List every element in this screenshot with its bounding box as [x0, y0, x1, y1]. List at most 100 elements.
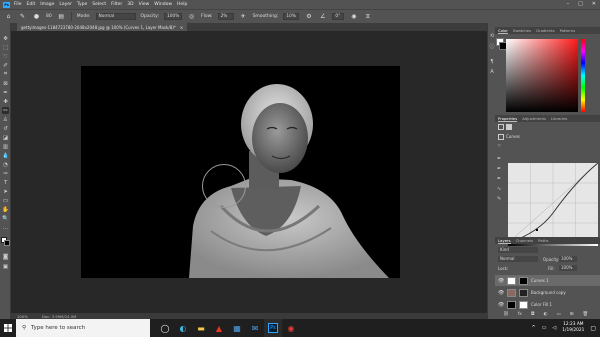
- photoshop-taskbar-icon[interactable]: Ps: [264, 319, 282, 337]
- black-point-eyedropper-icon[interactable]: ✒: [497, 156, 501, 162]
- gray-point-eyedropper-icon[interactable]: ✒: [497, 166, 501, 172]
- volume-icon[interactable]: ◁: [552, 325, 556, 331]
- background-color-swatch[interactable]: [4, 240, 10, 246]
- network-icon[interactable]: ▭: [542, 325, 547, 331]
- opacity-field[interactable]: 100%: [164, 13, 183, 20]
- layer-filter-select[interactable]: Kind: [498, 247, 538, 253]
- dodge-tool-icon[interactable]: ◔: [2, 161, 9, 168]
- screen-mode-icon[interactable]: ▣: [2, 263, 9, 270]
- clock[interactable]: 12:23 AM 1/19/2021: [562, 322, 584, 334]
- tab-layers[interactable]: Layers: [498, 238, 511, 244]
- blur-tool-icon[interactable]: 💧: [2, 152, 9, 159]
- path-select-tool-icon[interactable]: ➤: [2, 188, 9, 195]
- pencil-curve-icon[interactable]: ✎: [497, 196, 501, 202]
- link-layers-icon[interactable]: ⛓: [503, 312, 509, 317]
- menu-type[interactable]: Type: [77, 2, 87, 7]
- visibility-eye-icon[interactable]: 👁: [498, 290, 504, 296]
- menu-select[interactable]: Select: [92, 2, 106, 7]
- task-view-icon[interactable]: ◯: [156, 319, 174, 337]
- eyedropper-tool-icon[interactable]: ✒: [2, 89, 9, 96]
- gradient-tool-icon[interactable]: ▥: [2, 143, 9, 150]
- visibility-eye-icon[interactable]: 👁: [498, 302, 504, 308]
- quick-mask-icon[interactable]: ◙: [2, 253, 9, 260]
- color-picker-field[interactable]: [506, 39, 578, 112]
- on-image-adjust-icon[interactable]: ☜: [497, 143, 501, 149]
- marquee-tool-icon[interactable]: ⬚: [2, 44, 9, 51]
- history-brush-tool-icon[interactable]: ↺: [2, 125, 9, 132]
- tab-libraries[interactable]: Libraries: [551, 116, 567, 121]
- mode-select[interactable]: Normal: [95, 13, 136, 20]
- notifications-icon[interactable]: ▢: [590, 325, 596, 332]
- airbrush-icon[interactable]: ✈: [239, 12, 248, 21]
- visibility-eye-icon[interactable]: 👁: [498, 278, 504, 284]
- eraser-tool-icon[interactable]: ◪: [2, 134, 9, 141]
- frame-tool-icon[interactable]: ⊠: [2, 80, 9, 87]
- hue-slider[interactable]: [581, 39, 585, 112]
- delete-layer-icon[interactable]: 🗑: [583, 312, 589, 317]
- layer-row[interactable]: 👁 Curves 1: [495, 275, 600, 286]
- flow-field[interactable]: 2%: [217, 13, 234, 20]
- menu-window[interactable]: Window: [154, 2, 172, 7]
- type-tool-icon[interactable]: T: [2, 179, 9, 186]
- taskbar-search-box[interactable]: ⚲ Type here to search: [16, 319, 150, 337]
- crop-tool-icon[interactable]: ⌗: [2, 71, 9, 78]
- layer-name[interactable]: Curves 1: [531, 278, 549, 283]
- menu-edit[interactable]: Edit: [27, 2, 36, 7]
- healing-tool-icon[interactable]: ✚: [2, 98, 9, 105]
- pressure-size-icon[interactable]: ◉: [349, 12, 358, 21]
- brush-tip-icon[interactable]: ●: [32, 12, 41, 21]
- maximize-icon[interactable]: □: [578, 1, 583, 7]
- close-tab-icon[interactable]: ×: [180, 25, 183, 30]
- stamp-tool-icon[interactable]: ♙: [2, 116, 9, 123]
- pen-tool-icon[interactable]: ✑: [2, 170, 9, 177]
- tab-color[interactable]: Color: [498, 28, 508, 34]
- mask-thumbnail[interactable]: [519, 288, 528, 297]
- layer-mask-icon[interactable]: [506, 124, 512, 130]
- group-icon[interactable]: ▭: [556, 312, 560, 317]
- mask-thumbnail[interactable]: [519, 300, 528, 309]
- lasso-tool-icon[interactable]: ➰: [2, 53, 9, 60]
- menu-file[interactable]: File: [14, 2, 22, 7]
- zoom-level[interactable]: 100%: [17, 314, 28, 319]
- angle-icon[interactable]: ∠: [318, 12, 327, 21]
- minimize-icon[interactable]: –: [567, 1, 570, 7]
- menu-layer[interactable]: Layer: [59, 2, 72, 7]
- layer-name[interactable]: Color Fill 1: [531, 302, 552, 307]
- hand-tool-icon[interactable]: ✋: [2, 206, 9, 213]
- tab-gradients[interactable]: Gradients: [536, 28, 555, 33]
- tab-properties[interactable]: Properties: [498, 116, 518, 122]
- tab-channels[interactable]: Channels: [516, 238, 534, 243]
- symmetry-icon[interactable]: ⧖: [363, 12, 372, 21]
- file-explorer-icon[interactable]: ▬: [192, 319, 210, 337]
- store-icon[interactable]: ▦: [228, 319, 246, 337]
- angle-field[interactable]: 0°: [332, 13, 345, 20]
- brush-settings-icon[interactable]: ▤: [57, 12, 66, 21]
- add-mask-icon[interactable]: ◘: [531, 312, 535, 317]
- curve-points-icon[interactable]: ∿: [497, 186, 501, 192]
- smoothing-options-icon[interactable]: ⚙: [304, 12, 313, 21]
- acrobat-icon[interactable]: ▲: [210, 319, 228, 337]
- new-layer-icon[interactable]: ⊞: [570, 312, 574, 317]
- zoom-tool-icon[interactable]: 🔍: [2, 215, 9, 222]
- record-icon[interactable]: ◉: [282, 319, 300, 337]
- tab-adjustments[interactable]: Adjustments: [522, 116, 546, 121]
- layer-opacity-field[interactable]: 100%: [559, 256, 577, 262]
- menu-3d[interactable]: 3D: [127, 2, 133, 7]
- menu-view[interactable]: View: [139, 2, 150, 7]
- smoothing-field[interactable]: 10%: [283, 13, 300, 20]
- document-tab[interactable]: gettyimages-1184723780-2048x2048.jpg @ 1…: [17, 23, 188, 31]
- close-window-icon[interactable]: ✕: [592, 1, 596, 7]
- layer-row[interactable]: 👁 Background copy: [495, 287, 600, 298]
- pressure-opacity-icon[interactable]: ◎: [187, 12, 196, 21]
- fill-field[interactable]: 100%: [559, 265, 577, 271]
- layer-name[interactable]: Background copy: [531, 290, 566, 295]
- brush-size-value[interactable]: 80: [46, 14, 52, 19]
- brush-preset-icon[interactable]: ✎: [18, 12, 27, 21]
- edge-icon[interactable]: ◐: [174, 319, 192, 337]
- brush-tool-icon[interactable]: ✏: [2, 107, 9, 114]
- move-tool-icon[interactable]: ✥: [2, 35, 9, 42]
- menu-help[interactable]: Help: [177, 2, 187, 7]
- mail-icon[interactable]: ✉: [246, 319, 264, 337]
- more-tools-icon[interactable]: …: [2, 224, 9, 231]
- tray-chevron-icon[interactable]: ^: [531, 325, 535, 331]
